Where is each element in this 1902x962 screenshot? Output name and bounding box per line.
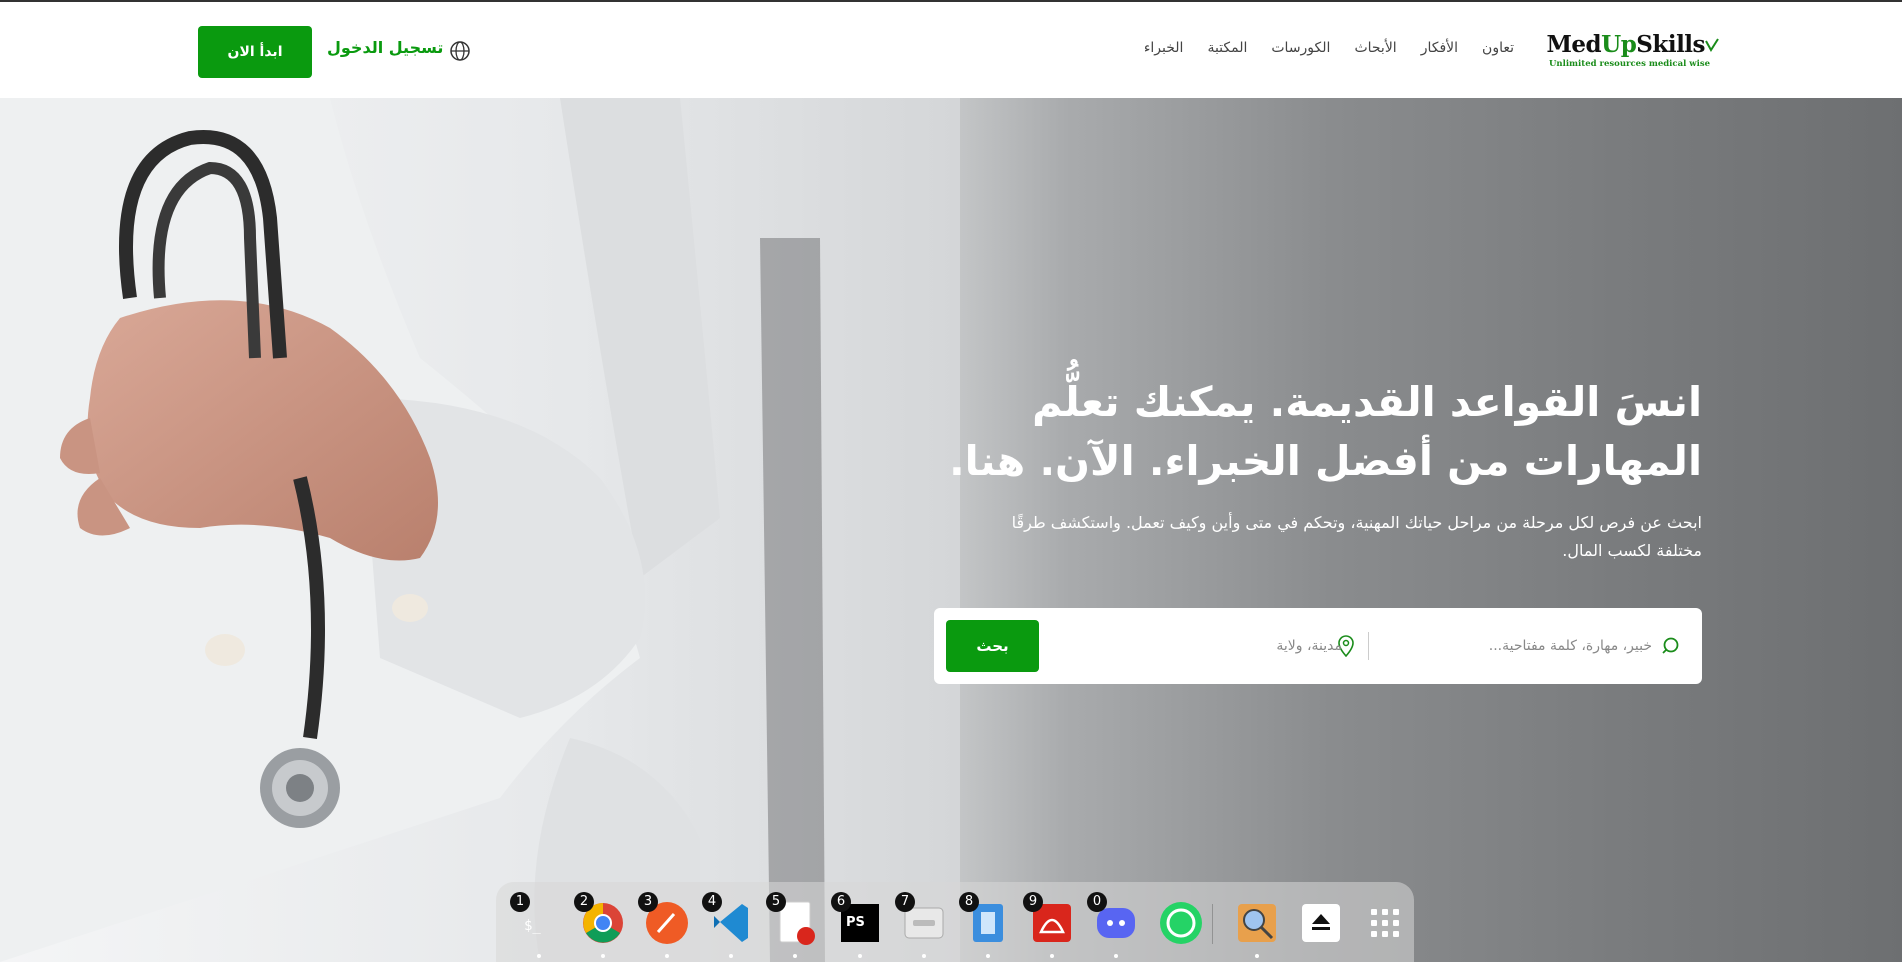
hero-title-line2: المهارات من أفضل الخبراء. الآن. هنا. (949, 437, 1702, 485)
hero-text-block: انسَ القواعد القديمة. يمكنك تعلُّم المها… (902, 373, 1702, 565)
dock-running-indicator (729, 954, 733, 958)
svg-text:$_: $_ (524, 918, 541, 934)
svg-text:PS: PS (846, 915, 865, 930)
logo-wordmark: MedUpSkills (1546, 31, 1705, 58)
dock-running-indicator (601, 954, 605, 958)
dock-shortcut-number: 0 (1087, 892, 1107, 912)
dock-image-viewer-icon[interactable] (1232, 898, 1282, 958)
dock-separator (1212, 904, 1213, 944)
keyword-search-input[interactable] (1382, 632, 1682, 660)
dock-postman-icon[interactable]: 3 (638, 892, 692, 958)
dock-shortcut-number: 9 (1023, 892, 1043, 912)
dock-running-indicator (793, 954, 797, 958)
search-button[interactable]: بحث (946, 620, 1039, 672)
hero-section: انسَ القواعد القديمة. يمكنك تعلُّم المها… (0, 98, 1902, 962)
dock-shortcut-number: 3 (638, 892, 658, 912)
whatsapp-icon (1160, 902, 1202, 944)
dock-files-icon[interactable]: 7 (895, 892, 949, 958)
dock-eject-icon[interactable] (1296, 898, 1346, 948)
dock-app-grid-icon[interactable] (1360, 898, 1410, 948)
eject-icon (1302, 904, 1340, 942)
logo-tagline: Unlimited resources medical wise (1549, 59, 1711, 69)
dock-shortcut-number: 7 (895, 892, 915, 912)
dock-vscode-icon[interactable]: 4 (702, 892, 756, 958)
search-bar: بحث (934, 608, 1702, 684)
hero-title: انسَ القواعد القديمة. يمكنك تعلُّم المها… (902, 373, 1702, 491)
dock-shortcut-number: 2 (574, 892, 594, 912)
image-viewer-icon (1238, 904, 1276, 942)
logo-check-icon (1705, 38, 1719, 52)
dock-shortcut-number: 5 (766, 892, 786, 912)
dock-terminal-icon[interactable]: $_ 1 (510, 892, 564, 958)
nav-experts[interactable]: الخبراء (1144, 40, 1184, 56)
dock-shortcut-number: 8 (959, 892, 979, 912)
dock-running-indicator (858, 954, 862, 958)
dock-discord-icon[interactable]: 0 (1087, 892, 1141, 958)
dock-whatsapp-icon[interactable] (1156, 898, 1206, 948)
dock-running-indicator (986, 954, 990, 958)
dock-shortcut-number: 1 (510, 892, 530, 912)
dock-shortcut-number: 4 (702, 892, 722, 912)
app-grid-icon (1371, 909, 1399, 937)
dock-phpstorm-icon[interactable]: PS 6 (831, 892, 885, 958)
dock-text-editor-icon[interactable]: 5 (766, 892, 820, 958)
dock-chrome-icon[interactable]: 2 (574, 892, 628, 958)
dock-running-indicator (1255, 954, 1259, 958)
start-now-button[interactable]: ابدأ الان (198, 26, 312, 78)
dock-running-indicator (1050, 954, 1054, 958)
nav-research[interactable]: الأبحاث (1354, 40, 1396, 56)
dock-running-indicator (1114, 954, 1118, 958)
nav-ideas[interactable]: الأفكار (1421, 40, 1458, 56)
brand-logo[interactable]: MedUpSkills Unlimited resources medical … (1545, 31, 1719, 72)
nav-courses[interactable]: الكورسات (1271, 40, 1330, 56)
dock-shortcut-number: 6 (831, 892, 851, 912)
top-navbar: MedUpSkills Unlimited resources medical … (0, 0, 1902, 98)
hero-title-line1: انسَ القواعد القديمة. يمكنك تعلُّم (1032, 378, 1702, 426)
dock-running-indicator (537, 954, 541, 958)
globe-icon[interactable] (449, 40, 471, 62)
hero-subtitle: ابحث عن فرص لكل مرحلة من مراحل حياتك الم… (1011, 513, 1702, 560)
dock-running-indicator (665, 954, 669, 958)
login-link[interactable]: تسجيل الدخول (327, 38, 443, 57)
nav-collaborate[interactable]: تعاون (1482, 40, 1514, 56)
nav-library[interactable]: المكتبة (1207, 40, 1247, 56)
doctor-hero-image (0, 98, 960, 962)
main-nav: الخبراء المكتبة الكورسات الأبحاث الأفكار… (1144, 40, 1514, 56)
dock-pdf-icon[interactable]: 9 (1023, 892, 1077, 958)
app-dock: $_ 1 2 3 4 5 PS 6 7 8 9 0 (496, 882, 1414, 962)
dock-reader-icon[interactable]: 8 (959, 892, 1013, 958)
dock-running-indicator (922, 954, 926, 958)
location-search-input[interactable] (1182, 632, 1372, 660)
